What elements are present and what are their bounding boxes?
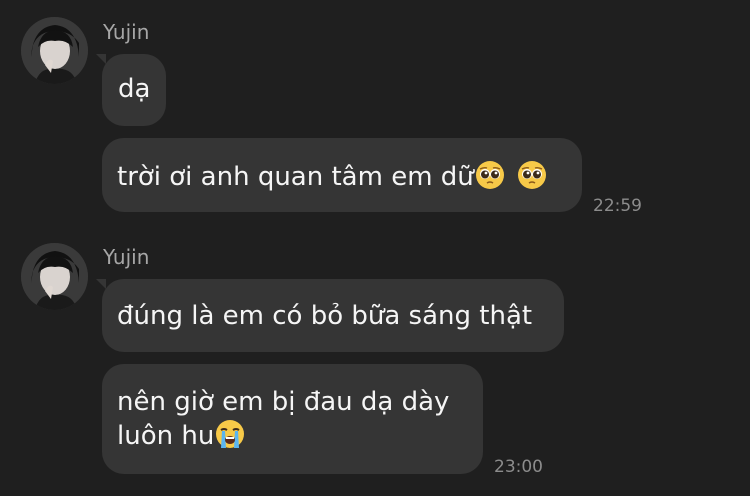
message-bubble[interactable]: đúng là em có bỏ bữa sáng thật	[96, 279, 564, 352]
message-timestamp: 22:59	[593, 196, 642, 216]
message-text: đúng là em có bỏ bữa sáng thật	[117, 301, 533, 331]
loudly-crying-face-emoji-icon	[214, 418, 246, 450]
message-bubble[interactable]: dạ	[96, 54, 166, 126]
message-bubble[interactable]: nên giờ em bị đau dạ dày luôn hu	[102, 364, 483, 474]
pleading-face-emoji-icon	[474, 159, 506, 191]
sender-name[interactable]: Yujin	[103, 22, 149, 42]
message-text-line: nên giờ em bị đau dạ dày	[117, 387, 450, 417]
message-bubble[interactable]: trời ơi anh quan tâm em dữ	[102, 138, 582, 212]
pleading-face-emoji-icon	[516, 159, 548, 191]
message-timestamp: 23:00	[494, 457, 543, 477]
message-text: trời ơi anh quan tâm em dữ	[117, 162, 474, 192]
avatar[interactable]	[21, 243, 88, 310]
sender-name[interactable]: Yujin	[103, 247, 149, 267]
avatar[interactable]	[21, 17, 88, 84]
message-text: dạ	[118, 74, 151, 104]
message-text-line: luôn hu	[117, 421, 215, 451]
